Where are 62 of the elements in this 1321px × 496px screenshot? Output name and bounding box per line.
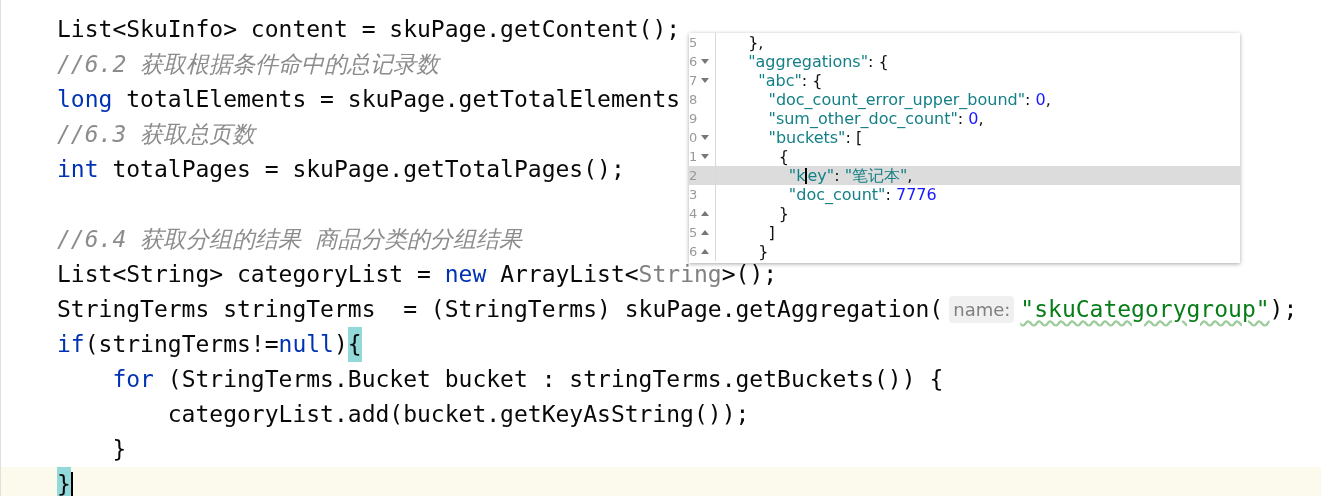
keyword: null: [278, 330, 334, 360]
code-text: ArrayList<: [499, 260, 639, 290]
code-text: categoryList.add(bucket.getKeyAsString());: [166, 400, 750, 430]
keyword: for: [111, 365, 154, 395]
fold-up-icon[interactable]: [701, 211, 709, 216]
line-number: 5: [689, 33, 699, 52]
json-punctuation: }: [777, 202, 789, 225]
json-number: 0: [968, 108, 979, 130]
json-punctuation: : {: [801, 70, 823, 92]
fold-up-icon[interactable]: [701, 249, 709, 254]
json-punctuation: :: [1025, 88, 1032, 111]
line-number: 2: [689, 166, 699, 185]
line-number: 3: [689, 185, 699, 204]
line-number: 8: [689, 90, 699, 109]
line-number: 4: [689, 204, 699, 223]
code-text: totalElements = skuPage.getTotalElements: [125, 85, 681, 115]
line-number: 0: [689, 128, 699, 147]
json-punctuation: :: [957, 108, 964, 130]
json-punctuation: }: [757, 240, 769, 263]
code-text: StringTerms stringTerms = (StringTerms) skuPage.getAggregation(: [57, 295, 944, 325]
keyword: new: [444, 260, 487, 290]
json-key: "buckets": [738, 125, 846, 150]
matched-brace: {: [347, 327, 362, 362]
line-number: 5: [689, 223, 699, 242]
json-punctuation: : {: [868, 50, 889, 73]
code-text: ): [333, 330, 348, 360]
code-comment: //6.4 获取分组的结果 商品分类的分组结果: [57, 225, 522, 255]
line-number: 9: [689, 109, 699, 128]
code-text: (stringTerms!=: [84, 330, 279, 360]
fold-up-icon[interactable]: [701, 230, 709, 235]
type-argument: String: [638, 260, 722, 290]
line-number: 1: [689, 147, 699, 166]
code-text: );: [1269, 295, 1298, 325]
code-text: List<String> categoryList =: [57, 260, 432, 290]
json-punctuation: :: [834, 164, 841, 187]
code-text: List<SkuInfo> content = skuPage.getContent();: [57, 15, 681, 45]
json-punctuation: ]: [767, 221, 775, 244]
code-text: }: [111, 435, 127, 465]
code-text: >();: [721, 261, 778, 290]
matched-brace: }: [57, 467, 71, 496]
code-text: totalPages = skuPage.getTotalPages();: [111, 155, 625, 185]
code-comment: //6.3 获取总页数: [57, 120, 256, 150]
keyword: long: [57, 85, 113, 115]
keyword: if: [57, 330, 85, 360]
json-number: 0: [1035, 88, 1046, 111]
fold-down-icon[interactable]: [701, 154, 709, 159]
json-punctuation: },: [747, 33, 764, 54]
line-number: 6: [689, 52, 699, 71]
json-punctuation: ,: [978, 108, 984, 130]
fold-down-icon[interactable]: [701, 135, 709, 140]
keyword: int: [57, 155, 99, 185]
json-punctuation: ,: [1045, 88, 1051, 111]
line-number: 7: [689, 71, 699, 90]
parameter-hint: name:: [949, 296, 1015, 323]
json-punctuation: : [: [845, 127, 863, 149]
string-literal: "skuCategorygroup": [1020, 295, 1270, 325]
fold-down-icon[interactable]: [701, 78, 709, 83]
fold-down-icon[interactable]: [701, 59, 709, 64]
line-number: 6: [689, 242, 699, 261]
json-key: ey": [807, 163, 835, 188]
code-comment: //6.2 获取根据条件命中的总记录数: [57, 50, 440, 80]
code-text: (StringTerms.Bucket bucket : stringTerms.getBuckets()) {: [166, 365, 944, 395]
